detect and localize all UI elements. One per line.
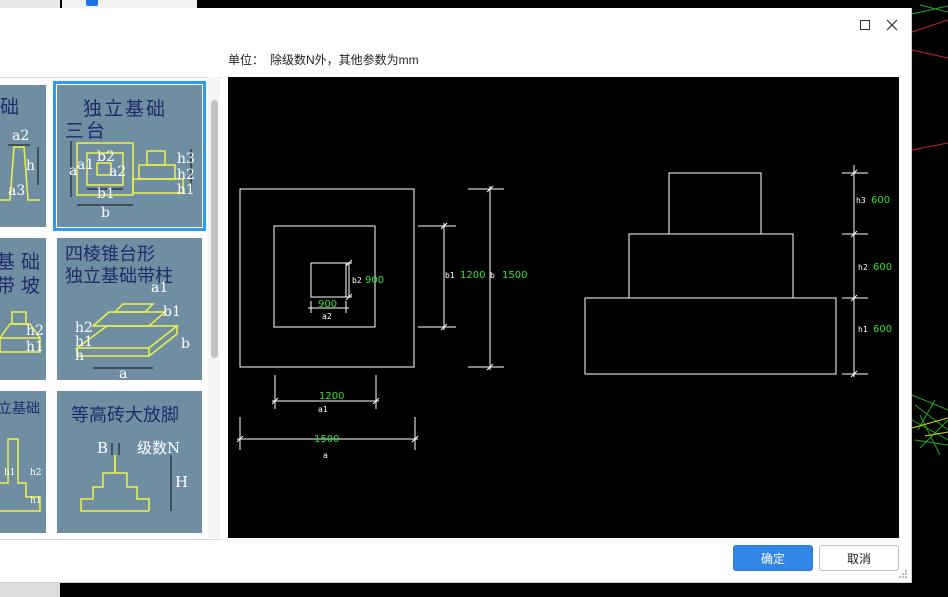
plan-label-b1: b1 [445, 271, 455, 280]
foundation-parameter-dialog: 单位： 除级数N外，其他参数为mm 础 a2 h a3 独立基础 三台 a a1… [0, 8, 912, 583]
plan-value-b2: 900 [365, 275, 384, 286]
tile-label: b [181, 336, 190, 352]
foundation-tile-partial-1[interactable]: 础 a2 h a3 [0, 85, 46, 227]
tile-label: a1 [151, 280, 168, 296]
plan-label-a1: a1 [318, 405, 328, 414]
close-icon[interactable] [884, 17, 900, 33]
elevation-value-h1: 600 [873, 324, 892, 335]
tile-title: 立基础 [0, 400, 40, 417]
tile-label: H [175, 473, 188, 491]
tile-label: h2 [177, 167, 195, 183]
background-checkbox[interactable] [86, 0, 98, 6]
tile-label: b1 [97, 186, 115, 202]
plan-label-b2: b2 [352, 276, 362, 285]
elevation-label-h3: h3 [856, 196, 866, 205]
tile-label: h3 [177, 151, 195, 167]
foundation-tile-sketch: 四棱锥台形 独立基础带柱 a1 b1 h2 h1 h b a [65, 244, 190, 380]
tile-label: B [97, 439, 108, 457]
background-panel [0, 0, 60, 8]
tile-label: a1 [77, 157, 94, 173]
foundation-tile-sketch: 等高砖大放脚 B 级数N H [71, 405, 188, 512]
maximize-icon[interactable] [857, 17, 873, 33]
gallery-scrollbar-thumb[interactable] [211, 100, 218, 358]
elevation-value-h2: 600 [873, 262, 892, 273]
tile-title: 础 [0, 96, 19, 118]
tile-label: h1 [26, 339, 44, 355]
resize-grip-icon[interactable] [898, 569, 908, 579]
elevation-label-h2: h2 [858, 263, 868, 272]
plan-value-b: 1500 [502, 270, 527, 281]
foundation-tile-sketch: 础 a2 h a3 [0, 96, 40, 201]
tile-label: h2 [30, 468, 42, 478]
tile-label: a [119, 366, 127, 380]
foundation-tile-equal-height-brick[interactable]: 等高砖大放脚 B 级数N H [57, 391, 202, 533]
foundation-tile-sketch: 立基础 h1 h2 h1 [0, 400, 42, 512]
tile-label: 级数N [137, 439, 180, 457]
unit-label: 单位： [228, 53, 265, 67]
tile-label: h [75, 348, 84, 364]
tile-label: h [26, 158, 35, 174]
plan-value-inner-width: 900 [318, 299, 337, 310]
tile-label: b2 [97, 149, 115, 165]
tile-label: h1 [177, 182, 195, 198]
ok-button[interactable]: 确定 [733, 545, 813, 571]
tile-title: 四棱锥台形 [65, 244, 155, 265]
plan-label-a: a [323, 451, 328, 460]
background-toolbar-strip [62, 0, 197, 8]
plan-label-b: b [490, 271, 495, 280]
plan-label-a2: a2 [322, 312, 332, 321]
tile-label: a2 [12, 128, 29, 144]
plan-value-middle-width: 1200 [319, 391, 344, 402]
tile-label: h1 [30, 496, 42, 506]
tile-label: h2 [26, 323, 44, 339]
tile-title: 独立基础 [83, 98, 167, 120]
tile-label: a2 [109, 164, 126, 180]
tile-label: b1 [163, 304, 181, 320]
tile-title: 基 础 [0, 251, 40, 273]
foundation-tile-sketch: 基 础 带 坡 h2 h1 [0, 251, 44, 355]
foundation-tile-partial-2[interactable]: 基 础 带 坡 h2 h1 [0, 238, 46, 380]
tile-label: a3 [8, 183, 25, 199]
elevation-label-h1: h1 [858, 325, 868, 334]
tile-title: 等高砖大放脚 [71, 405, 179, 426]
elevation-value-h3: 600 [871, 195, 890, 206]
tile-subtitle: 带 坡 [0, 275, 40, 297]
foundation-tile-sketch: 独立基础 三台 a a1 b2 a2 b1 b h3 h2 h1 [65, 98, 195, 221]
foundation-type-gallery: 础 a2 h a3 独立基础 三台 a a1 b2 a2 b1 b h3 h2 … [0, 77, 222, 540]
foundation-tile-partial-3[interactable]: 立基础 h1 h2 h1 [0, 391, 46, 533]
tile-label: b [101, 205, 110, 221]
plan-value-b1: 1200 [460, 270, 485, 281]
plan-value-outer-width: 1500 [314, 434, 339, 445]
tile-label: h1 [4, 468, 16, 478]
foundation-tile-isolated-three-step[interactable]: 独立基础 三台 a a1 b2 a2 b1 b h3 h2 h1 [53, 81, 206, 231]
unit-description: 除级数N外，其他参数为mm [270, 53, 419, 67]
cancel-button[interactable]: 取消 [819, 545, 899, 571]
tile-subtitle: 三台 [65, 120, 107, 142]
cad-preview: b2 900 900 a2 b1 1200 b 1500 1200 a1 150… [228, 77, 899, 538]
foundation-tile-pyramid-with-column[interactable]: 四棱锥台形 独立基础带柱 a1 b1 h2 h1 h b a [57, 238, 202, 380]
